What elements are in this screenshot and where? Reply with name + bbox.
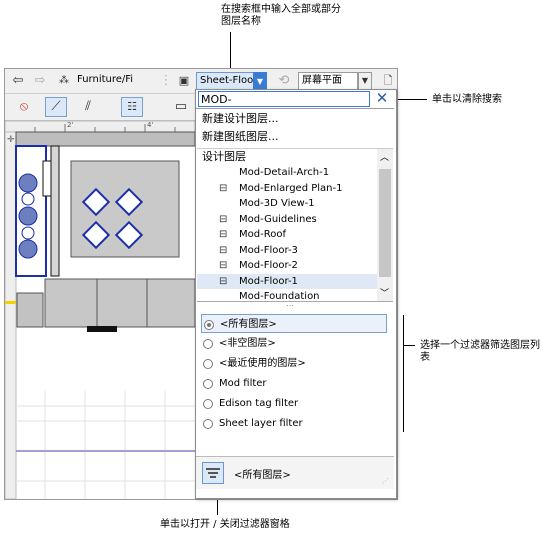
class-field[interactable]: Furniture/Fi	[77, 74, 133, 86]
align-icon[interactable]: ☷	[121, 97, 143, 117]
layer-row-label: Mod-Floor-2	[239, 260, 298, 271]
radio-icon[interactable]	[203, 339, 213, 349]
layer-list-header: 设计图层	[202, 150, 246, 163]
filter-icon[interactable]	[202, 462, 224, 484]
layer-type-icon: ⊟	[219, 213, 228, 225]
filter-hint-callout: 选择一个过滤器筛选图层列表	[420, 340, 540, 363]
scroll-down-icon[interactable]: ﹀	[380, 286, 389, 299]
arrow-right-icon[interactable]: ⇨	[29, 71, 51, 91]
layer-row-label: Mod-Guidelines	[239, 213, 317, 225]
layer-type-icon: ⊟	[219, 229, 228, 240]
layer-row-label: Mod-Floor-1	[239, 275, 298, 287]
filter-option[interactable]: Sheet layer filter	[201, 414, 387, 433]
radio-icon[interactable]	[204, 320, 214, 330]
ruler-mark-2: 2'	[67, 121, 74, 129]
layer-row[interactable]: ⊟ Mod-Guidelines	[197, 212, 377, 227]
clear-hint-leader	[397, 99, 427, 100]
filter-option-label: <最近使用的图层>	[219, 358, 306, 369]
layer-row-label: Mod-Foundation	[239, 291, 320, 302]
filter-option[interactable]: Mod filter	[201, 374, 387, 393]
radio-icon[interactable]	[203, 399, 213, 409]
double-line-icon[interactable]: ⫽	[77, 97, 99, 117]
filter-option-label: <非空图层>	[219, 338, 276, 349]
layer-row[interactable]: Mod-3D View-1	[197, 196, 377, 211]
layer-row[interactable]: Mod-Detail-Arch-1	[197, 165, 377, 180]
radio-icon[interactable]	[203, 359, 213, 369]
scroll-thumb[interactable]	[379, 169, 391, 277]
search-input[interactable]	[198, 91, 370, 107]
filter-option[interactable]: Edison tag filter	[201, 394, 387, 413]
ruler-mark-4: 4'	[147, 121, 154, 129]
filter-option-label: Sheet layer filter	[219, 418, 303, 429]
snap-off-icon[interactable]: ⦸	[13, 97, 35, 117]
chevron-down-icon[interactable]: ▼	[253, 72, 267, 90]
splitter-grip[interactable]: ⋯	[286, 301, 294, 310]
layer-type-icon: ⊟	[219, 275, 228, 287]
layer-type-icon: ⊟	[219, 260, 228, 271]
rectangle-tool-icon[interactable]: ▭	[170, 97, 192, 117]
layer-type-icon: ⊟	[219, 182, 228, 194]
filter-hint-tick	[403, 345, 415, 346]
layer-row-label: Mod-Enlarged Plan-1	[239, 182, 343, 194]
new-sheet-layer-item[interactable]: 新建图纸图层...	[202, 130, 279, 144]
floor-plan: ✛	[5, 121, 195, 499]
page-icon[interactable]: 🗋	[377, 71, 397, 91]
svg-text:✛: ✛	[7, 135, 15, 145]
filter-bar: <所有图层> ⋰	[196, 456, 394, 489]
current-filter-label: <所有图层>	[234, 470, 291, 481]
layer-row-label: Mod-3D View-1	[239, 198, 315, 209]
layer-list-scrollbar[interactable]: ︿ ﹀	[377, 149, 393, 301]
layer-row-label: Mod-Detail-Arch-1	[239, 167, 330, 178]
layer-row[interactable]: ⊟ Mod-Floor-1	[197, 273, 377, 289]
filter-option-label: Mod filter	[219, 378, 267, 389]
filter-list: <所有图层> <非空图层> <最近使用的图层> Mod filter Edison ta…	[197, 312, 393, 452]
layer-row[interactable]: ⊟ Mod-Enlarged Plan-1	[197, 181, 377, 196]
layer-type-icon: ⊟	[219, 244, 228, 256]
layer-row[interactable]: ⊟ Mod-Floor-2	[197, 258, 377, 273]
layer-row-label: Mod-Floor-3	[239, 244, 298, 256]
layer-row[interactable]: ⊟ Mod-Roof	[197, 227, 377, 242]
layer-dropdown-panel: ✕ 新建设计图层... 新建图纸图层... 设计图层 Mod-Detail-Ar…	[195, 89, 397, 499]
refresh-icon[interactable]: ⟲	[273, 71, 295, 91]
filter-option[interactable]: <所有图层>	[201, 314, 387, 333]
view-field[interactable]: 屏幕平面	[298, 72, 358, 90]
drawing-area[interactable]: ✛ 2' 4'	[5, 121, 195, 499]
close-icon[interactable]: ✕	[373, 91, 391, 107]
filter-option[interactable]: <最近使用的图层>	[201, 354, 387, 373]
view-dropdown-icon[interactable]: ▼	[358, 72, 372, 90]
filter-glyph	[206, 468, 220, 478]
layer-row[interactable]: ⊟ Mod-Floor-3	[197, 243, 377, 258]
resize-grip-icon[interactable]: ⋰	[382, 477, 389, 485]
view-field-value: 屏幕平面	[302, 75, 342, 86]
scroll-up-icon[interactable]: ︿	[380, 150, 389, 163]
layer-row-label: Mod-Roof	[239, 229, 286, 240]
search-hint-callout: 在搜索框中输入全部或部分图层名称	[221, 4, 341, 27]
toggle-hint-callout: 单击以打开 / 关闭过滤器窗格	[160, 519, 290, 530]
filter-option[interactable]: <非空图层>	[201, 334, 387, 353]
layer-list: 设计图层 Mod-Detail-Arch-1 ⊟ Mod-Enlarged Plan…	[197, 148, 393, 302]
line-tool-icon[interactable]: ⟋	[45, 97, 67, 117]
layer-field-value: Sheet-Floor	[200, 75, 258, 86]
search-bar: ✕	[196, 90, 394, 109]
new-design-layer-item[interactable]: 新建设计图层...	[202, 112, 279, 126]
radio-icon[interactable]	[203, 379, 213, 389]
filter-option-label: <所有图层>	[220, 319, 277, 330]
filter-option-label: Edison tag filter	[219, 398, 299, 409]
clear-hint-callout: 单击以清除搜索	[432, 94, 502, 105]
radio-icon[interactable]	[203, 419, 213, 429]
filter-hint-bracket	[403, 315, 404, 432]
layer-icon[interactable]: ▣	[173, 71, 195, 91]
arrow-left-icon[interactable]: ⇦	[7, 71, 29, 91]
class-icon[interactable]: ⁂	[53, 71, 75, 91]
